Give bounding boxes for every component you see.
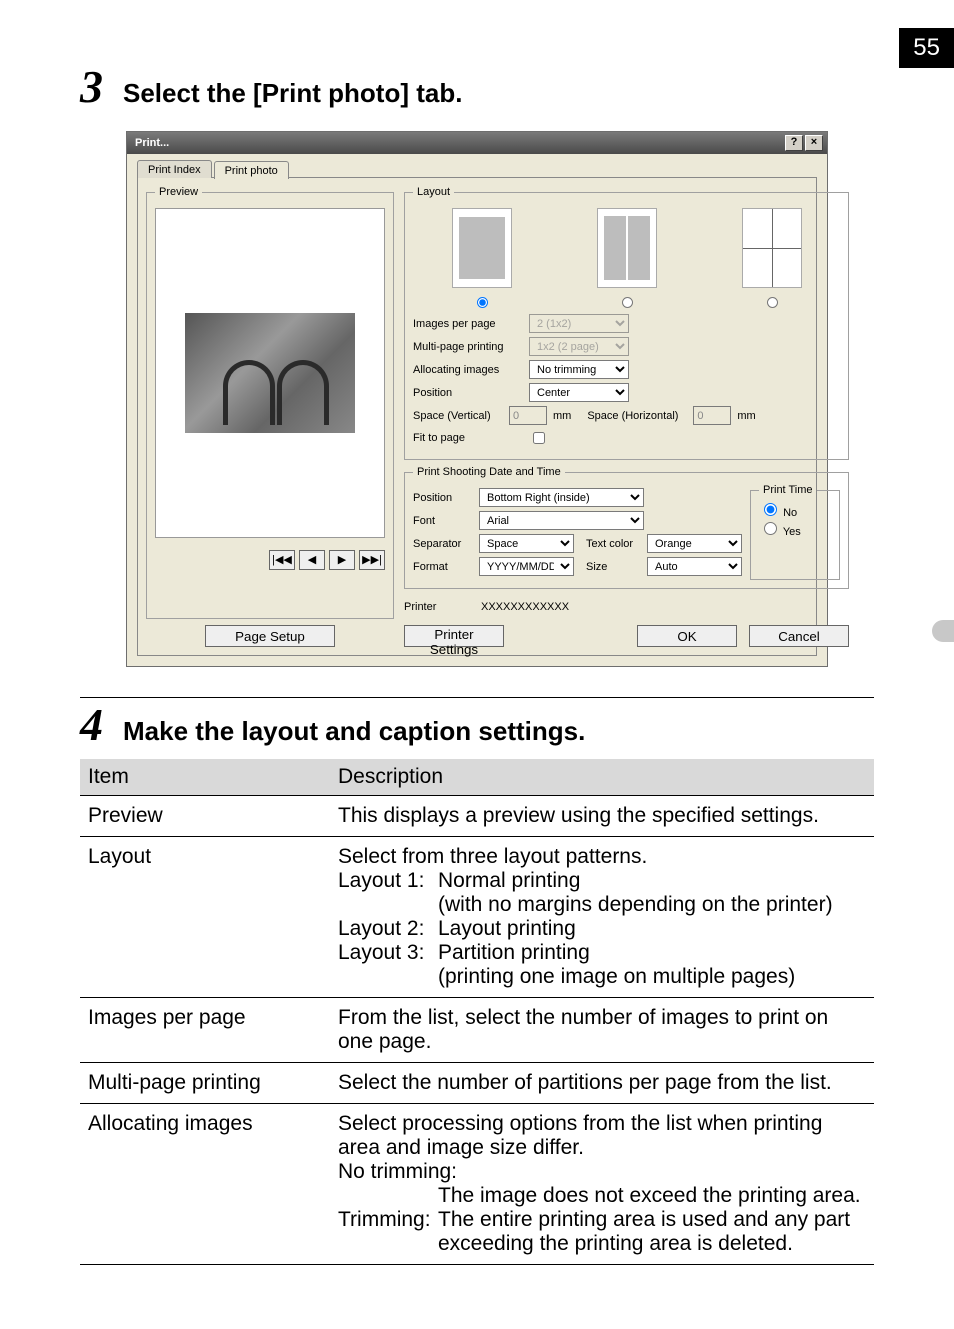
preview-image xyxy=(185,313,355,433)
th-description: Description xyxy=(330,759,874,796)
cell-desc: Select processing options from the list … xyxy=(330,1104,874,1265)
preview-group: Preview |◀◀ ◀ ▶ ▶▶| xyxy=(146,186,394,619)
datetime-legend: Print Shooting Date and Time xyxy=(413,466,565,478)
unit-mm-1: mm xyxy=(553,410,571,422)
multi-page-select[interactable]: 1x2 (2 page) xyxy=(529,337,629,356)
preview-legend: Preview xyxy=(155,186,202,198)
cell-desc: Select from three layout patterns. Layou… xyxy=(330,837,874,998)
dt-format-label: Format xyxy=(413,561,473,573)
nav-first-button[interactable]: |◀◀ xyxy=(269,550,295,570)
close-icon[interactable]: × xyxy=(805,135,823,151)
ok-button[interactable]: OK xyxy=(637,625,737,647)
print-time-legend: Print Time xyxy=(759,484,817,496)
allocating-label: Allocating images xyxy=(413,364,523,376)
dt-textcolor-select[interactable]: Orange xyxy=(647,534,742,553)
nav-prev-button[interactable]: ◀ xyxy=(299,550,325,570)
tab-print-index[interactable]: Print Index xyxy=(137,160,212,178)
nav-next-button[interactable]: ▶ xyxy=(329,550,355,570)
step-4: 4 Make the layout and caption settings. … xyxy=(80,698,874,1265)
cell-item: Preview xyxy=(80,796,330,837)
print-time-group: Print Time No Yes xyxy=(750,484,840,580)
print-time-yes-label: Yes xyxy=(783,526,801,538)
layout-radio-1[interactable] xyxy=(477,297,488,308)
print-time-no-label: No xyxy=(783,507,797,519)
cancel-button[interactable]: Cancel xyxy=(749,625,849,647)
titlebar: Print... ? × xyxy=(127,132,827,154)
nav-last-button[interactable]: ▶▶| xyxy=(359,550,385,570)
allocating-select[interactable]: No trimming xyxy=(529,360,629,379)
print-time-yes-radio[interactable] xyxy=(764,522,777,535)
dt-size-label: Size xyxy=(586,561,641,573)
images-per-page-label: Images per page xyxy=(413,318,523,330)
dt-textcolor-label: Text color xyxy=(586,538,641,550)
step-title: Make the layout and caption settings. xyxy=(123,716,585,747)
cell-desc: From the list, select the number of imag… xyxy=(330,998,874,1063)
printer-name: XXXXXXXXXXXX xyxy=(481,601,569,613)
th-item: Item xyxy=(80,759,330,796)
position-label: Position xyxy=(413,387,523,399)
side-tab-marker xyxy=(932,620,954,642)
dt-format-select[interactable]: YYYY/MM/DD xyxy=(479,557,574,576)
fit-to-page-checkbox[interactable] xyxy=(533,432,545,444)
dt-size-select[interactable]: Auto xyxy=(647,557,742,576)
step-3: 3 Select the [Print photo] tab. Print...… xyxy=(80,60,874,667)
step-number: 4 xyxy=(80,698,103,751)
space-horizontal-label: Space (Horizontal) xyxy=(587,410,687,422)
print-dialog: Print... ? × Print Index Print photo Pre… xyxy=(126,131,828,667)
dt-separator-select[interactable]: Space xyxy=(479,534,574,553)
layout-radio-2[interactable] xyxy=(622,297,633,308)
step-number: 3 xyxy=(80,60,103,113)
dt-position-select[interactable]: Bottom Right (inside) xyxy=(479,488,644,507)
position-select[interactable]: Center xyxy=(529,383,629,402)
help-icon[interactable]: ? xyxy=(785,135,803,151)
space-vertical-label: Space (Vertical) xyxy=(413,410,503,422)
space-vertical-input[interactable] xyxy=(509,406,547,425)
cell-item: Allocating images xyxy=(80,1104,330,1265)
settings-table: Item Description Preview This displays a… xyxy=(80,759,874,1265)
table-row: Preview This displays a preview using th… xyxy=(80,796,874,837)
step-title: Select the [Print photo] tab. xyxy=(123,78,462,109)
dt-font-label: Font xyxy=(413,515,473,527)
dt-font-select[interactable]: Arial xyxy=(479,511,644,530)
fit-to-page-label: Fit to page xyxy=(413,432,523,444)
table-row: Allocating images Select processing opti… xyxy=(80,1104,874,1265)
print-time-no-radio[interactable] xyxy=(764,503,777,516)
images-per-page-select[interactable]: 2 (1x2) xyxy=(529,314,629,333)
layout-radio-3[interactable] xyxy=(767,297,778,308)
multi-page-label: Multi-page printing xyxy=(413,341,523,353)
tab-print-photo[interactable]: Print photo xyxy=(214,161,289,179)
dt-separator-label: Separator xyxy=(413,538,473,550)
layout-thumb-3 xyxy=(742,208,802,288)
page-number: 55 xyxy=(899,28,954,68)
window-title: Print... xyxy=(135,137,169,149)
cell-desc: Select the number of partitions per page… xyxy=(330,1063,874,1104)
cell-item: Images per page xyxy=(80,998,330,1063)
cell-item: Layout xyxy=(80,837,330,998)
unit-mm-2: mm xyxy=(737,410,755,422)
layout-group: Layout xyxy=(404,186,849,460)
space-horizontal-input[interactable] xyxy=(693,406,731,425)
table-row: Images per page From the list, select th… xyxy=(80,998,874,1063)
table-row: Multi-page printing Select the number of… xyxy=(80,1063,874,1104)
layout-thumb-1 xyxy=(452,208,512,288)
cell-item: Multi-page printing xyxy=(80,1063,330,1104)
preview-page xyxy=(155,208,385,538)
dt-position-label: Position xyxy=(413,492,473,504)
table-row: Layout Select from three layout patterns… xyxy=(80,837,874,998)
printer-label: Printer xyxy=(404,601,469,613)
layout-thumb-2 xyxy=(597,208,657,288)
printer-settings-button[interactable]: Printer Settings xyxy=(404,625,504,647)
cell-desc: This displays a preview using the specif… xyxy=(330,796,874,837)
layout-legend: Layout xyxy=(413,186,454,198)
datetime-group: Print Shooting Date and Time Position Bo… xyxy=(404,466,849,589)
page-setup-button[interactable]: Page Setup xyxy=(205,625,335,647)
